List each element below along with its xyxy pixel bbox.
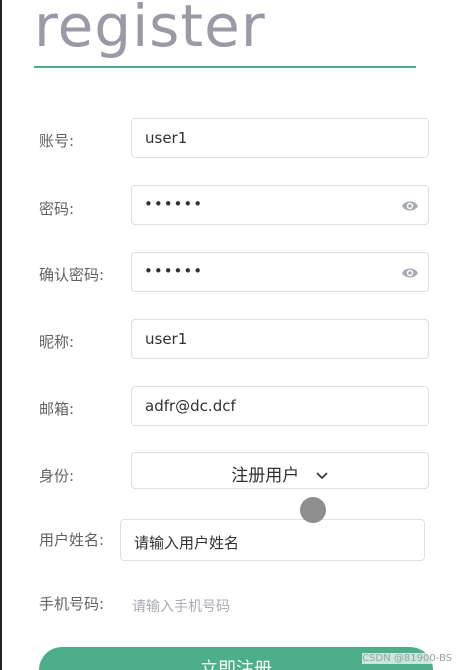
email-value: adfr@dc.dcf <box>145 397 236 415</box>
confirm-password-label: 确认密码: <box>39 266 105 284</box>
account-input[interactable]: user1 <box>131 118 429 158</box>
email-label: 邮箱: <box>39 400 75 418</box>
mouse-cursor <box>300 497 326 523</box>
email-input[interactable]: adfr@dc.dcf <box>131 386 429 426</box>
real-name-label: 用户姓名: <box>39 531 105 549</box>
nickname-input[interactable]: user1 <box>131 319 429 359</box>
identity-select[interactable]: 注册用户 <box>131 452 429 489</box>
confirm-password-input[interactable]: •••••• <box>131 252 429 292</box>
real-name-input[interactable]: 请输入用户姓名 <box>120 519 425 561</box>
password-value: •••••• <box>144 195 204 213</box>
phone-placeholder: 请输入手机号码 <box>132 599 230 615</box>
real-name-placeholder: 请输入用户姓名 <box>134 534 240 552</box>
nickname-label: 昵称: <box>39 333 75 351</box>
chevron-down-icon <box>316 472 328 480</box>
phone-label: 手机号码: <box>39 595 105 613</box>
window-edge <box>0 0 2 670</box>
password-label: 密码: <box>39 200 75 218</box>
title-underline <box>34 66 416 68</box>
nickname-value: user1 <box>145 330 188 348</box>
identity-label: 身份: <box>39 467 75 485</box>
confirm-password-value: •••••• <box>144 262 204 280</box>
password-input[interactable]: •••••• <box>131 185 429 225</box>
eye-icon[interactable] <box>401 198 419 214</box>
phone-input[interactable]: 请输入手机号码 <box>120 585 425 625</box>
identity-selected: 注册用户 <box>132 461 428 486</box>
account-label: 账号: <box>39 132 75 150</box>
identity-selected-value: 注册用户 <box>231 466 300 486</box>
account-value: user1 <box>145 129 188 147</box>
register-page: register 账号: user1 密码: •••••• 确认密码: ••••… <box>0 0 458 670</box>
watermark: CSDN @81900-BS <box>362 653 452 664</box>
page-title: register <box>34 0 266 60</box>
eye-icon[interactable] <box>401 265 419 281</box>
